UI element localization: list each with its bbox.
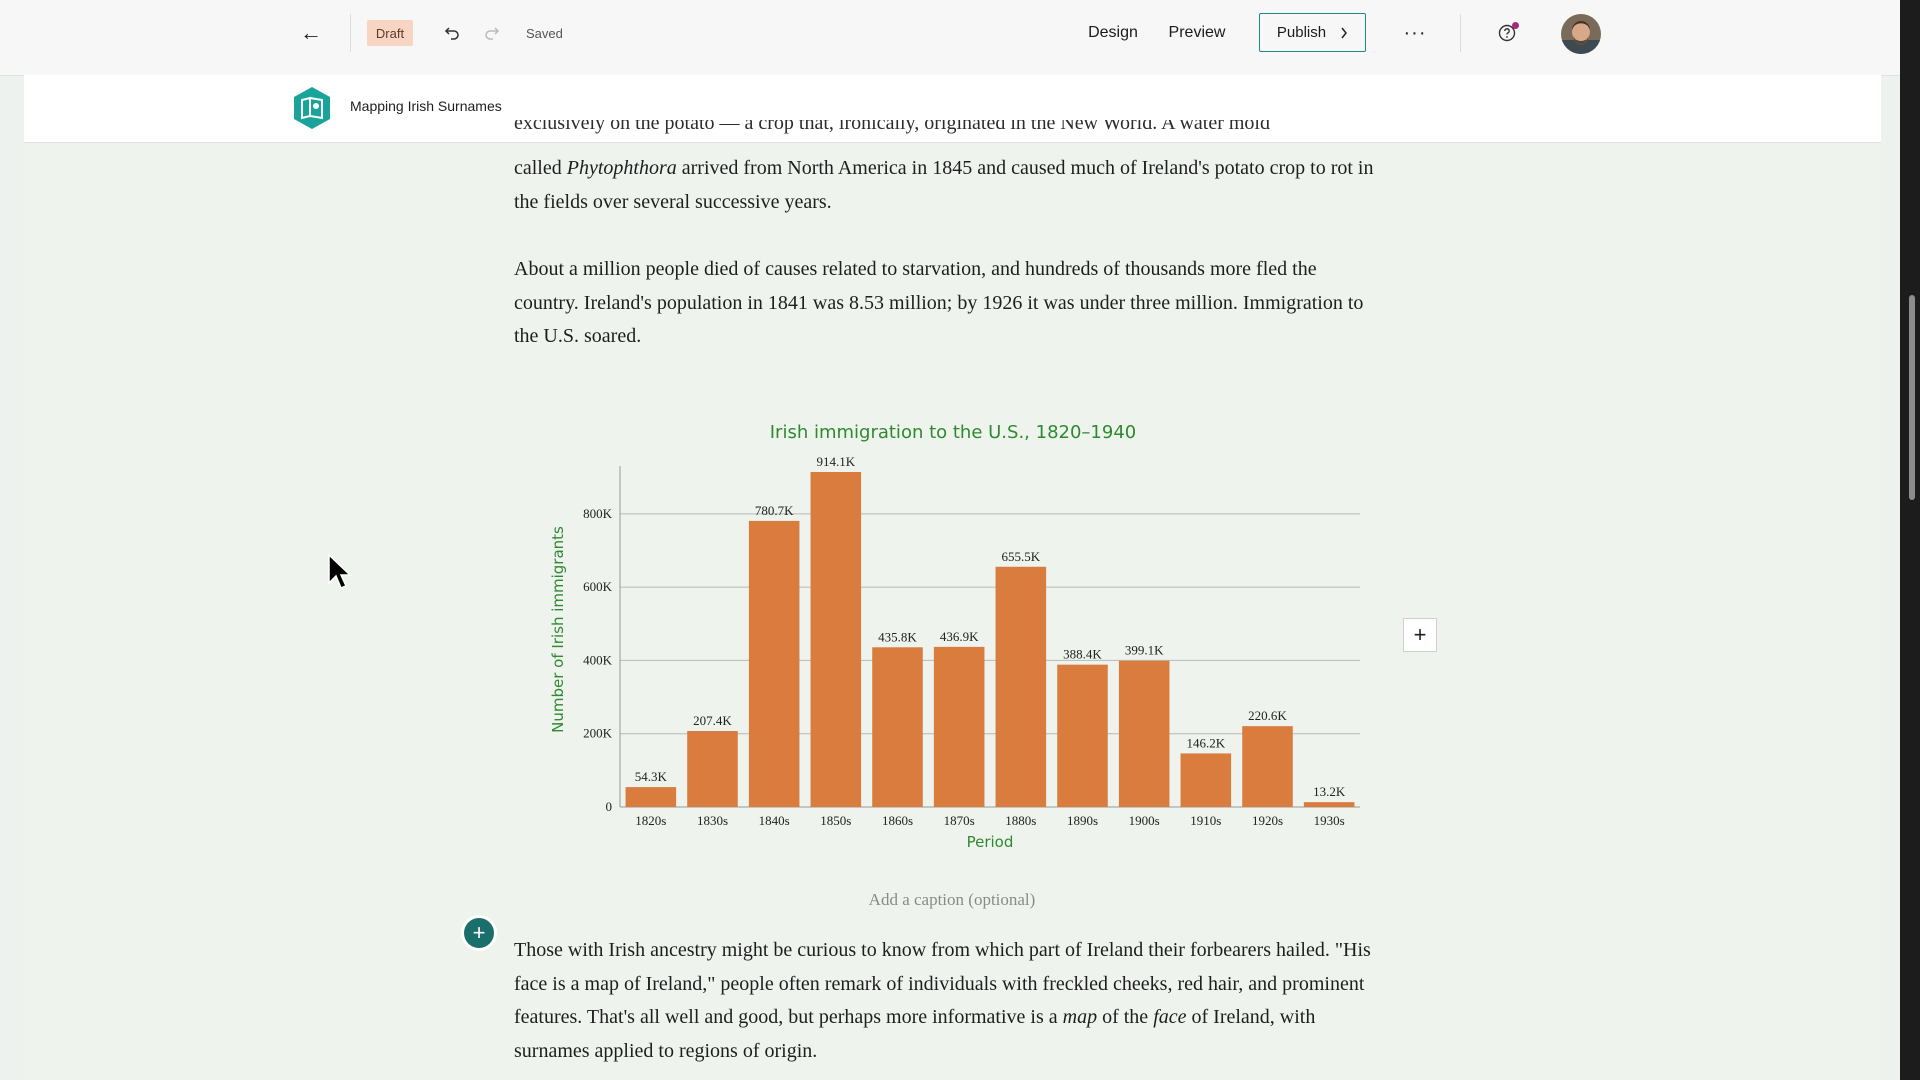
- y-tick-label: 0: [606, 799, 613, 814]
- paragraph-clipped-text: exclusively on the potato — a crop that,…: [514, 120, 1270, 134]
- x-tick-label: 1900s: [1129, 813, 1160, 828]
- bar-value-label: 220.6K: [1248, 708, 1287, 723]
- y-tick-label: 200K: [583, 726, 613, 741]
- x-tick-label: 1860s: [882, 813, 913, 828]
- publish-button[interactable]: Publish: [1259, 13, 1366, 52]
- app-window: ← Draft Saved Design Preview Publish ···: [0, 0, 1900, 1080]
- story-title[interactable]: Mapping Irish Surnames: [350, 98, 502, 114]
- x-tick-label: 1870s: [944, 813, 975, 828]
- x-tick-label: 1920s: [1252, 813, 1283, 828]
- add-block-side-button[interactable]: +: [1403, 618, 1437, 652]
- bar: [810, 472, 862, 807]
- bar: [872, 647, 923, 807]
- toolbar-divider: [1460, 14, 1461, 52]
- plus-icon: +: [1413, 622, 1427, 647]
- y-tick-label: 600K: [583, 579, 613, 594]
- y-tick-label: 800K: [583, 506, 613, 521]
- caption-input[interactable]: Add a caption (optional): [650, 890, 1254, 910]
- chart-title: Irish immigration to the U.S., 1820–1940: [770, 422, 1137, 443]
- bar-chart[interactable]: Irish immigration to the U.S., 1820–1940…: [530, 410, 1370, 870]
- publish-label: Publish: [1276, 24, 1327, 41]
- x-tick-label: 1830s: [697, 813, 728, 828]
- storymaps-logo-icon: [294, 87, 330, 129]
- more-options-button[interactable]: ···: [1400, 18, 1430, 48]
- redo-button[interactable]: [478, 19, 506, 47]
- paragraph-ancestry[interactable]: Those with Irish ancestry might be curio…: [514, 934, 1384, 1068]
- plus-icon: +: [472, 920, 486, 945]
- x-tick-label: 1820s: [635, 813, 666, 828]
- redo-icon: [485, 27, 500, 40]
- bar-value-label: 914.1K: [817, 454, 856, 469]
- bar: [748, 520, 800, 807]
- user-avatar[interactable]: [1561, 14, 1601, 54]
- mouse-cursor-icon: [328, 553, 352, 589]
- bar-value-label: 399.1K: [1125, 643, 1164, 658]
- italic-text: map: [1062, 1006, 1098, 1028]
- bar-value-label: 388.4K: [1063, 647, 1102, 662]
- scrollbar-track[interactable]: [1900, 0, 1920, 1080]
- bar-value-label: 435.8K: [878, 629, 917, 644]
- bar: [995, 566, 1047, 807]
- avatar-image: [1561, 14, 1601, 54]
- bar-value-label: 780.7K: [755, 503, 794, 518]
- x-tick-label: 1890s: [1067, 813, 1098, 828]
- bar: [1180, 753, 1232, 807]
- bar: [687, 730, 738, 807]
- notification-dot: [1512, 22, 1519, 29]
- bar-value-label: 54.3K: [635, 769, 668, 784]
- bar: [1242, 726, 1293, 807]
- add-block-button[interactable]: +: [464, 918, 494, 948]
- draft-badge: Draft: [367, 20, 413, 46]
- paragraph-famine[interactable]: About a million people died of causes re…: [514, 253, 1384, 354]
- bar: [933, 646, 985, 807]
- bar-value-label: 436.9K: [940, 629, 979, 644]
- y-tick-label: 400K: [583, 652, 613, 667]
- more-horizontal-icon: ···: [1403, 21, 1427, 44]
- toolbar-divider: [350, 14, 351, 52]
- x-tick-label: 1930s: [1314, 813, 1345, 828]
- back-button[interactable]: ←: [293, 18, 329, 48]
- y-axis-label: Number of Irish immigrants: [549, 526, 567, 733]
- chevron-right-icon: [1341, 27, 1348, 38]
- bar-value-label: 13.2K: [1313, 784, 1346, 799]
- preview-button[interactable]: Preview: [1166, 18, 1228, 48]
- bar-value-label: 207.4K: [693, 713, 732, 728]
- design-button[interactable]: Design: [1083, 18, 1143, 48]
- x-tick-label: 1880s: [1005, 813, 1036, 828]
- text-run: called: [514, 157, 567, 179]
- bar-value-label: 146.2K: [1187, 735, 1226, 750]
- bar-value-label: 655.5K: [1002, 549, 1041, 564]
- paragraph-phytophthora[interactable]: called Phytophthora arrived from North A…: [514, 152, 1384, 219]
- italic-text: face: [1153, 1006, 1187, 1028]
- x-axis-label: Period: [967, 833, 1014, 851]
- undo-button[interactable]: [438, 19, 466, 47]
- undo-icon: [444, 27, 459, 40]
- top-toolbar: ← Draft Saved Design Preview Publish ···: [0, 0, 1900, 76]
- scrollbar-thumb[interactable]: [1909, 295, 1915, 500]
- x-tick-label: 1850s: [820, 813, 851, 828]
- bar: [1303, 802, 1355, 807]
- save-status: Saved: [526, 25, 563, 41]
- text-run: of the: [1097, 1006, 1154, 1028]
- paragraph-clipped[interactable]: exclusively on the potato — a crop that,…: [514, 120, 1384, 144]
- x-tick-label: 1910s: [1190, 813, 1221, 828]
- x-tick-label: 1840s: [759, 813, 790, 828]
- arrow-left-icon: ←: [300, 20, 322, 45]
- bar: [1118, 660, 1170, 807]
- italic-text: Phytophthora: [566, 157, 677, 179]
- bar: [625, 787, 677, 807]
- bar: [1057, 664, 1108, 807]
